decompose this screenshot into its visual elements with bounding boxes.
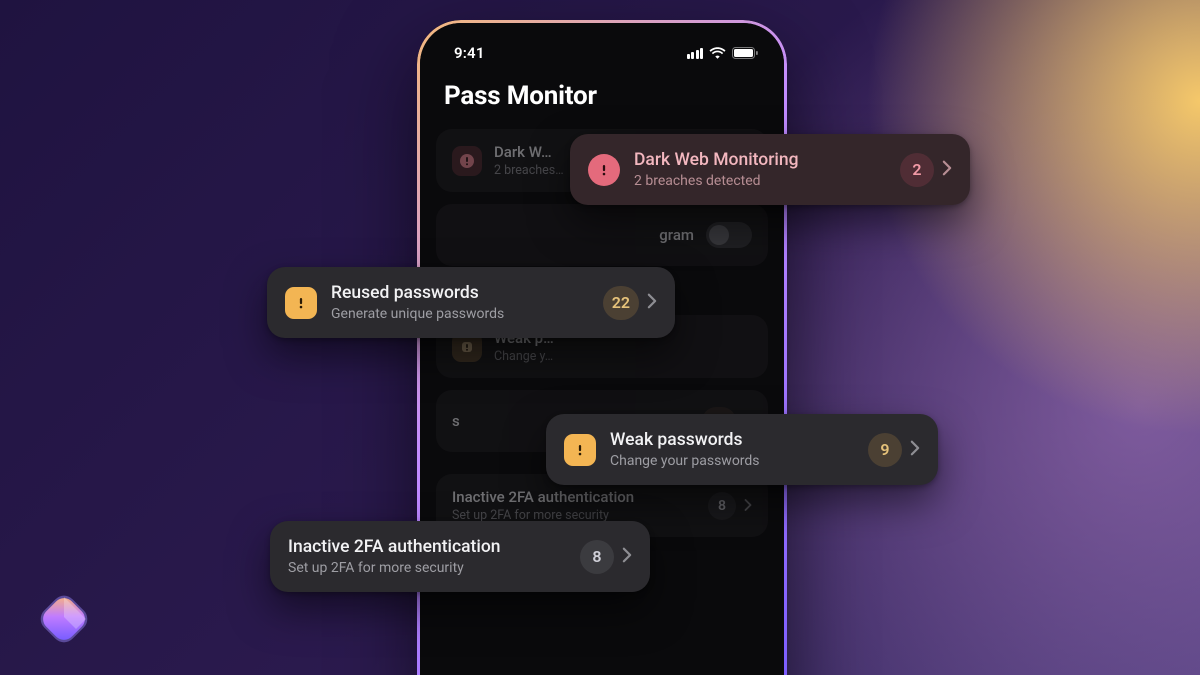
card-inactive-2fa[interactable]: Inactive 2FA authentication Set up 2FA f… [270,521,650,592]
battery-icon [732,47,758,59]
wifi-icon [709,47,726,59]
promo-canvas: 9:41 Pass Monitor Dark W… 2 breaches… [0,0,1200,675]
card-sub: Generate unique passwords [331,306,589,322]
chevron-right-icon [622,547,632,567]
count-pill: 8 [708,492,736,520]
alert-icon [452,146,482,176]
card-sub: Set up 2FA for more security [288,560,566,576]
count-pill: 22 [603,286,639,320]
bg-card-sentinel-text: gram [659,226,694,244]
cellular-icon [687,48,704,59]
proton-pass-logo [36,591,92,647]
card-title: Dark Web Monitoring [634,150,886,170]
card-title: Inactive 2FA authentication [288,537,566,557]
card-dark-web-monitoring[interactable]: Dark Web Monitoring 2 breaches detected … [570,134,970,205]
alert-icon [285,287,317,319]
chevron-right-icon [744,496,752,515]
page-title: Pass Monitor [420,67,784,129]
status-time: 9:41 [454,44,485,62]
count-pill: 9 [868,433,902,467]
card-title: Weak passwords [610,430,854,450]
status-bar: 9:41 [420,23,784,67]
bg-card-sub: Change y… [494,349,752,364]
chevron-right-icon [647,293,657,313]
card-sub: 2 breaches detected [634,173,886,189]
card-weak-passwords[interactable]: Weak passwords Change your passwords 9 [546,414,938,485]
toggle-switch[interactable] [706,222,752,248]
bg-card-sentinel[interactable]: gram [436,204,768,266]
status-icons [687,47,759,59]
card-sub: Change your passwords [610,453,854,469]
count-pill: 8 [580,540,614,574]
chevron-right-icon [942,160,952,180]
card-title: Reused passwords [331,283,589,303]
alert-icon [588,154,620,186]
count-pill: 2 [900,153,934,187]
chevron-right-icon [910,440,920,460]
card-reused-passwords[interactable]: Reused passwords Generate unique passwor… [267,267,675,338]
alert-icon [564,434,596,466]
bg-card-title: Inactive 2FA authentication [452,488,696,506]
